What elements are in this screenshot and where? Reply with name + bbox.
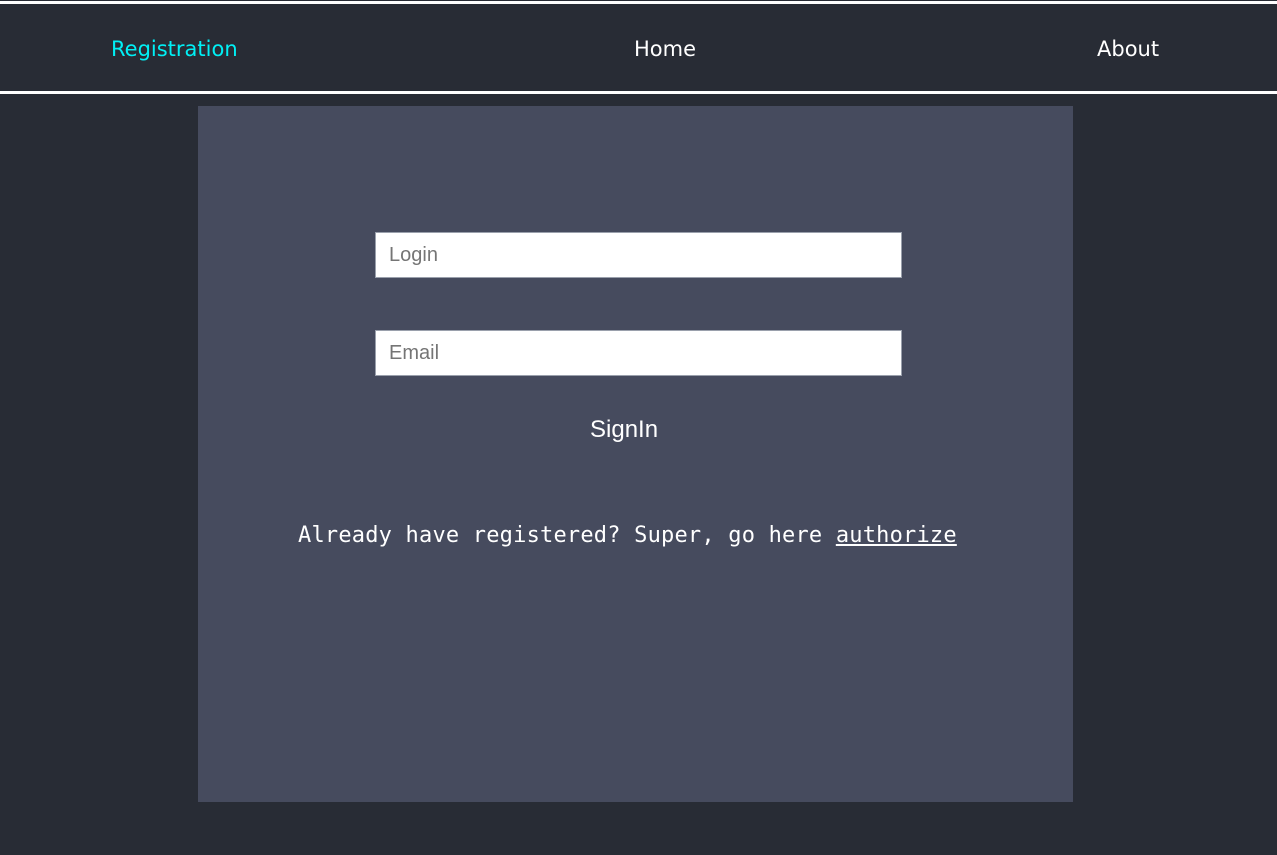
nav-link-registration[interactable]: Registration (111, 37, 238, 61)
login-input[interactable] (375, 232, 902, 278)
email-input[interactable] (375, 330, 902, 376)
authorize-prompt-text: Already have registered? Super, go here (298, 523, 836, 548)
registration-panel: SignIn Already have registered? Super, g… (198, 106, 1073, 802)
authorize-prompt: Already have registered? Super, go here … (298, 521, 957, 551)
signin-button[interactable]: SignIn (590, 415, 658, 445)
navbar: Registration Home About (0, 4, 1277, 91)
navbar-divider (0, 91, 1277, 94)
authorize-link[interactable]: authorize (836, 523, 957, 548)
nav-link-home[interactable]: Home (634, 37, 696, 61)
nav-link-about[interactable]: About (1097, 37, 1159, 61)
